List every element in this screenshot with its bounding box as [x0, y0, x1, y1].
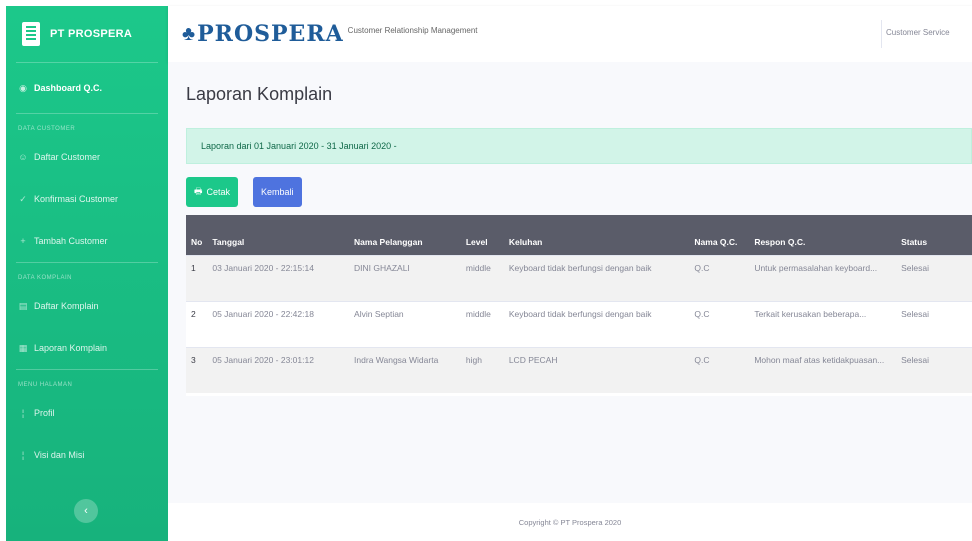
- header-tanggal: Tanggal: [207, 215, 350, 255]
- back-button[interactable]: Kembali: [253, 177, 302, 207]
- header-respon: Respon Q.C.: [749, 215, 897, 255]
- table-row: 2 05 Januari 2020 - 22:42:18 Alvin Septi…: [186, 300, 972, 347]
- sidebar-item-label: Visi dan Misi: [34, 450, 85, 460]
- sidebar-item-label: Dashboard Q.C.: [34, 83, 103, 93]
- header-level: Level: [460, 215, 504, 255]
- sidebar-brand[interactable]: PT PROSPERA: [6, 6, 168, 62]
- cell-no: 2: [186, 300, 208, 347]
- cell-tanggal: 05 Januari 2020 - 22:42:18: [207, 300, 350, 347]
- table-header-row: No Tanggal Nama Pelanggan Level Keluhan …: [186, 215, 972, 255]
- alert-text: Laporan dari 01 Januari 2020 - 31 Januar…: [201, 141, 397, 151]
- sidebar-item-label: Laporan Komplain: [34, 343, 108, 353]
- page-title: Laporan Komplain: [186, 84, 333, 104]
- sidebar-item-dashboard[interactable]: ◉ Dashboard Q.C.: [6, 63, 168, 113]
- cell-keluhan: Keyboard tidak berfungsi dengan baik: [503, 300, 690, 347]
- user-menu[interactable]: Customer Service: [886, 28, 972, 37]
- sidebar-item-daftar-komplain[interactable]: ▤ Daftar Komplain: [6, 285, 168, 327]
- back-button-label: Kembali: [261, 187, 294, 197]
- header-keluhan: Keluhan: [503, 215, 690, 255]
- print-button-label: Cetak: [206, 187, 231, 197]
- logo-subtitle: Customer Relationship Management: [347, 25, 478, 35]
- cell-tanggal: 03 Januari 2020 - 22:15:14: [207, 254, 350, 301]
- sidebar-item-daftar-customer[interactable]: ☺ Daftar Customer: [6, 136, 168, 178]
- sidebar-heading-customer: DATA CUSTOMER: [18, 126, 76, 132]
- users-icon: ☺: [18, 152, 28, 162]
- header-nama: Nama Pelanggan: [349, 215, 461, 255]
- sidebar-heading-komplain: DATA KOMPLAIN: [18, 275, 72, 281]
- chevron-left-icon: ‹: [84, 505, 88, 517]
- header-nama-qc: Nama Q.C.: [689, 215, 750, 255]
- cell-qc: Q.C: [689, 254, 750, 301]
- main-content: Laporan Komplain Laporan dari 01 Januari…: [168, 62, 972, 541]
- cell-no: 1: [186, 254, 208, 301]
- cell-keluhan: Keyboard tidak berfungsi dengan baik: [503, 254, 690, 301]
- cell-nama: Alvin Septian: [349, 300, 461, 347]
- sidebar-item-visi-misi[interactable]: ¦ Visi dan Misi: [6, 434, 168, 476]
- print-button[interactable]: 🖶 Cetak: [186, 177, 239, 207]
- print-icon: 🖶: [194, 186, 203, 196]
- report-icon: ▦: [18, 342, 28, 353]
- cell-level: middle: [460, 254, 504, 301]
- app-logo[interactable]: ♣ PROSPERA Customer Relationship Managem…: [168, 21, 478, 47]
- cell-level: high: [460, 346, 504, 393]
- plus-icon: +: [20, 236, 26, 246]
- sidebar: PT PROSPERA ◉ Dashboard Q.C. DATA CUSTOM…: [6, 6, 168, 541]
- cell-qc: Q.C: [689, 300, 750, 347]
- cell-respon: Terkait kerusakan beberapa...: [749, 300, 897, 347]
- sidebar-item-laporan-komplain[interactable]: ▦ Laporan Komplain: [6, 327, 168, 369]
- sidebar-item-label: Daftar Komplain: [34, 301, 99, 311]
- sidebar-item-label: Konfirmasi Customer: [34, 194, 119, 204]
- table-row: 1 03 Januari 2020 - 22:15:14 DINI GHAZAL…: [186, 254, 972, 301]
- cell-status: Selesai: [896, 346, 972, 393]
- topbar-divider: [881, 20, 882, 48]
- sidebar-item-label: Daftar Customer: [34, 152, 101, 162]
- cell-respon: Untuk permasalahan keyboard...: [749, 254, 897, 301]
- sidebar-toggle-button[interactable]: ‹: [74, 499, 98, 523]
- cell-no: 3: [186, 346, 208, 393]
- building-icon: [22, 22, 40, 46]
- info-icon: ¦: [21, 450, 25, 460]
- sidebar-item-label: Profil: [34, 408, 55, 418]
- cell-status: Selesai: [896, 300, 972, 347]
- footer: Copyright © PT Prospera 2020: [168, 503, 972, 541]
- palette-icon: ◉: [19, 82, 27, 93]
- sidebar-item-label: Tambah Customer: [34, 236, 108, 246]
- cell-status: Selesai: [896, 254, 972, 301]
- topbar: ♣ PROSPERA Customer Relationship Managem…: [168, 6, 972, 62]
- complaint-table: No Tanggal Nama Pelanggan Level Keluhan …: [186, 215, 972, 393]
- cell-level: middle: [460, 300, 504, 347]
- check-icon: ✓: [19, 193, 27, 204]
- header-status: Status: [896, 215, 972, 255]
- header-no: No: [186, 215, 208, 255]
- logo-text: PROSPERA: [197, 21, 344, 47]
- sidebar-heading-menu: MENU HALAMAN: [18, 382, 73, 388]
- complaint-table-container: No Tanggal Nama Pelanggan Level Keluhan …: [186, 215, 972, 396]
- cell-nama: DINI GHAZALI: [349, 254, 461, 301]
- copyright-text: Copyright © PT Prospera 2020: [518, 517, 622, 527]
- sidebar-item-profil[interactable]: ¦ Profil: [6, 392, 168, 434]
- cell-keluhan: LCD PECAH: [503, 346, 690, 393]
- tree-icon: ♣: [182, 23, 196, 45]
- table-icon: ▤: [18, 300, 28, 311]
- cell-respon: Mohon maaf atas ketidakpuasan...: [749, 346, 897, 393]
- cell-tanggal: 05 Januari 2020 - 23:01:12: [207, 346, 350, 393]
- cell-nama: Indra Wangsa Widarta: [349, 346, 461, 393]
- sidebar-item-tambah-customer[interactable]: + Tambah Customer: [6, 220, 168, 262]
- sidebar-item-konfirmasi-customer[interactable]: ✓ Konfirmasi Customer: [6, 178, 168, 220]
- table-row: 3 05 Januari 2020 - 23:01:12 Indra Wangs…: [186, 346, 972, 393]
- info-icon: ¦: [21, 408, 25, 418]
- brand-name: PT PROSPERA: [50, 28, 133, 40]
- report-range-alert: Laporan dari 01 Januari 2020 - 31 Januar…: [186, 128, 972, 164]
- cell-qc: Q.C: [689, 346, 750, 393]
